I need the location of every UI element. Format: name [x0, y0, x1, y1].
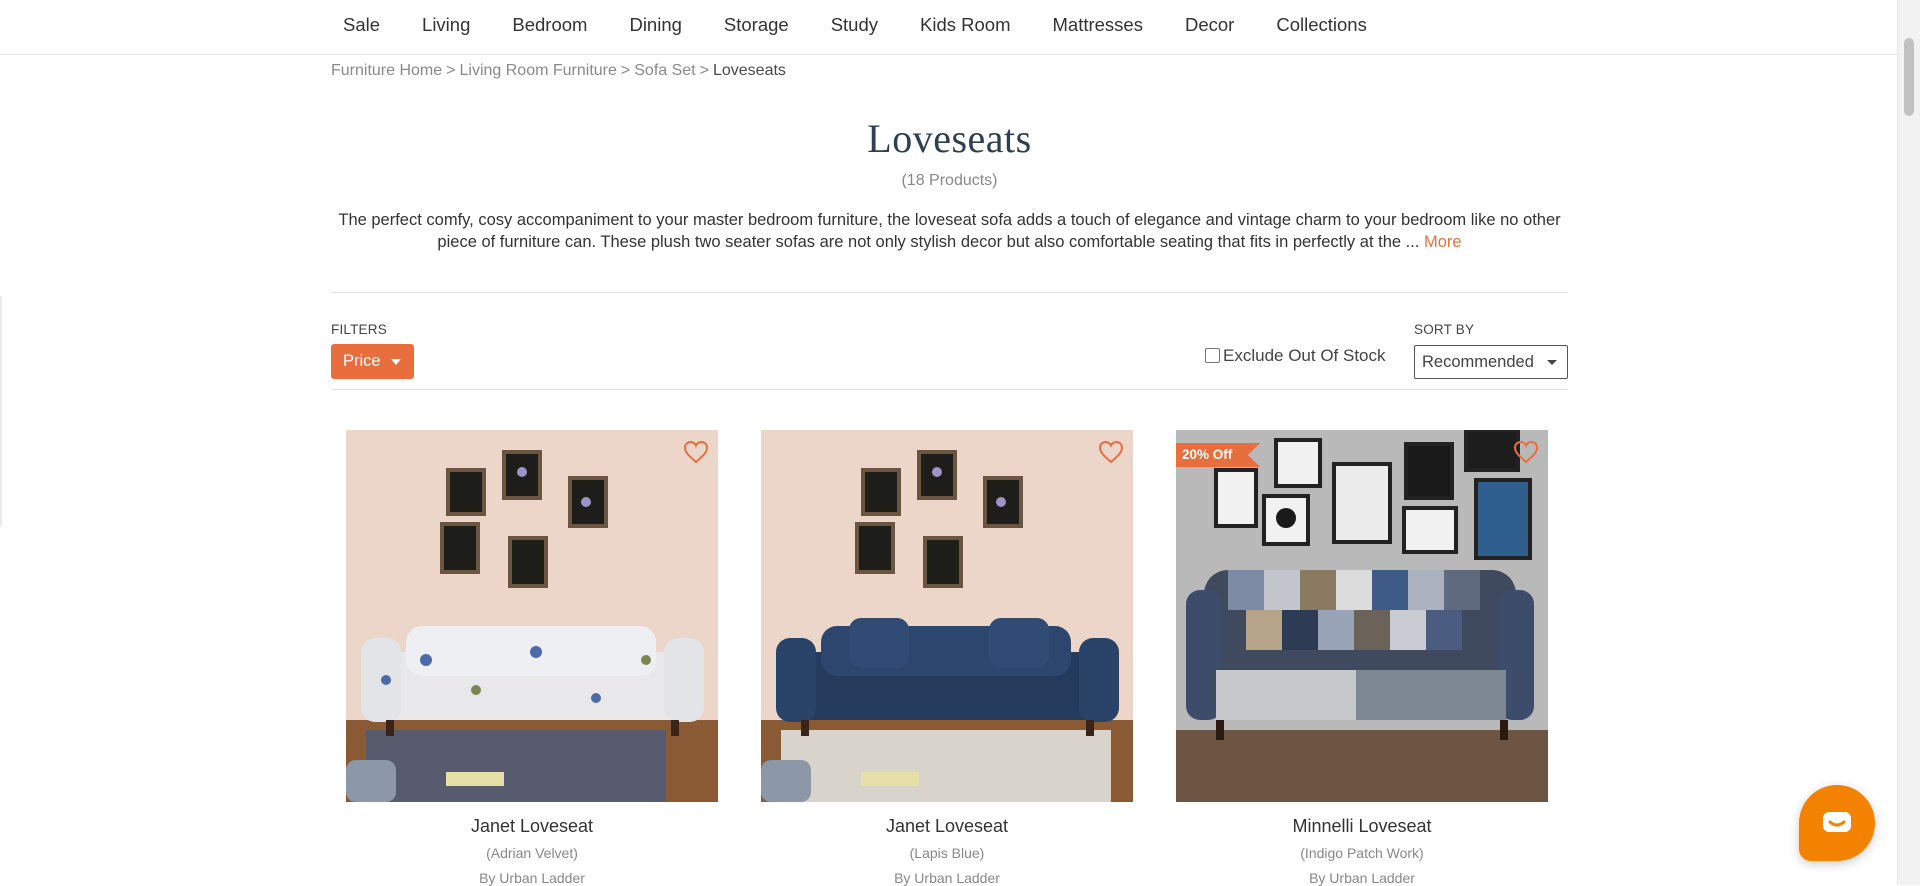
divider [331, 292, 1568, 293]
heart-icon[interactable] [1098, 440, 1124, 464]
breadcrumb-current: Loveseats [712, 62, 786, 79]
product-brand: By Urban Ladder [894, 870, 1000, 886]
description-text: The perfect comfy, cosy accompaniment to… [338, 211, 1561, 251]
product-brand: By Urban Ladder [1309, 870, 1415, 886]
discount-badge: 20% Off [1176, 443, 1261, 467]
heart-icon[interactable] [1513, 440, 1539, 464]
breadcrumb-sofa-set[interactable]: Sofa Set [634, 62, 695, 79]
more-link[interactable]: More [1424, 233, 1462, 251]
checkbox-icon[interactable] [1205, 347, 1220, 363]
nav-item-sale[interactable]: Sale [330, 0, 401, 54]
product-name[interactable]: Janet Loveseat [346, 816, 718, 837]
nav-item-living[interactable]: Living [401, 0, 491, 54]
breadcrumb-separator: > [446, 62, 456, 79]
nav-item-storage[interactable]: Storage [703, 0, 810, 54]
nav-item-mattresses[interactable]: Mattresses [1032, 0, 1164, 54]
product-image[interactable] [761, 430, 1133, 802]
page-scrollbar[interactable] [1897, 0, 1920, 885]
product-photo [346, 430, 718, 802]
heart-icon[interactable] [683, 440, 709, 464]
scrollbar-thumb[interactable] [1904, 38, 1914, 116]
product-variant: (Indigo Patch Work) [1300, 845, 1424, 861]
nav-item-dining[interactable]: Dining [608, 0, 702, 54]
sort-by-label: SORT BY [1414, 322, 1475, 337]
product-photo [1176, 430, 1548, 802]
nav-item-decor[interactable]: Decor [1164, 0, 1255, 54]
nav-item-kids-room[interactable]: Kids Room [899, 0, 1031, 54]
exclude-out-of-stock-label: Exclude Out Of Stock [1223, 346, 1386, 365]
nav-item-study[interactable]: Study [810, 0, 899, 54]
breadcrumb-separator: > [699, 62, 709, 79]
breadcrumb-furniture-home[interactable]: Furniture Home [331, 62, 442, 79]
product-variant: (Lapis Blue) [909, 845, 985, 861]
page-title: Loveseats [867, 116, 1032, 161]
breadcrumb-separator: > [620, 62, 631, 79]
chat-widget-button[interactable] [1799, 785, 1875, 861]
caret-down-icon [391, 359, 401, 365]
product-name[interactable]: Janet Loveseat [761, 816, 1133, 837]
caret-down-icon [1547, 360, 1557, 365]
product-photo [761, 430, 1133, 802]
top-nav: Sale Living Bedroom Dining Storage Study… [0, 0, 1898, 55]
product-name[interactable]: Minnelli Loveseat [1176, 816, 1548, 837]
product-card[interactable]: Janet Loveseat (Lapis Blue) By Urban Lad… [761, 430, 1133, 886]
nav-item-bedroom[interactable]: Bedroom [491, 0, 608, 54]
product-card[interactable]: 20% Off Minnelli Loveseat (Indigo Patch … [1176, 430, 1548, 886]
sort-by-select[interactable]: Recommended [1414, 345, 1568, 379]
price-filter-label: Price [343, 352, 381, 370]
sort-by-value: Recommended [1422, 353, 1534, 371]
exclude-out-of-stock-toggle[interactable]: Exclude Out Of Stock [1205, 346, 1386, 366]
product-image[interactable] [346, 430, 718, 802]
filters-label: FILTERS [331, 322, 387, 337]
divider [331, 389, 1568, 390]
nav-item-collections[interactable]: Collections [1255, 0, 1388, 54]
product-count: (18 Products) [901, 172, 998, 189]
breadcrumb: Furniture Home > Living Room Furniture > Sof… [331, 62, 786, 80]
category-description: The perfect comfy, cosy accompaniment to… [331, 209, 1568, 253]
product-image[interactable]: 20% Off [1176, 430, 1548, 802]
product-card[interactable]: Janet Loveseat (Adrian Velvet) By Urban … [346, 430, 718, 886]
breadcrumb-living-room-furniture[interactable]: Living Room Furniture [460, 62, 617, 79]
product-brand: By Urban Ladder [479, 870, 585, 886]
product-variant: (Adrian Velvet) [486, 845, 578, 861]
price-filter-button[interactable]: Price [331, 344, 414, 379]
left-edge-divider [0, 296, 2, 526]
chat-icon [1823, 812, 1851, 832]
